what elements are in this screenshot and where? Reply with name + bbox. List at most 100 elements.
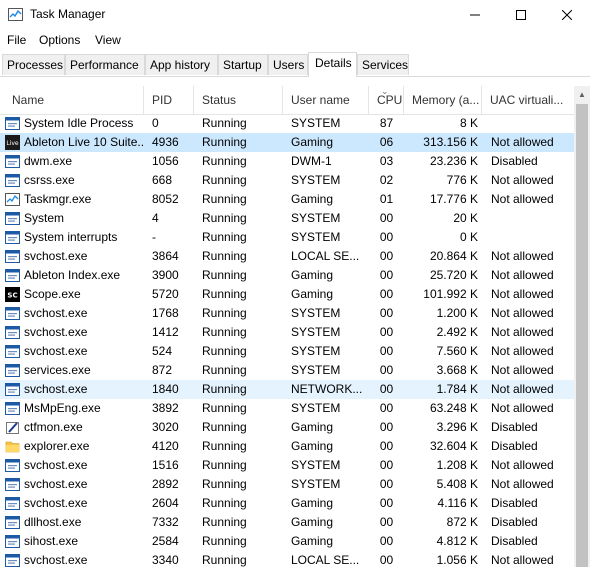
table-row[interactable]: System interrupts - Running SYSTEM 00 0 K bbox=[0, 228, 574, 247]
table-row[interactable]: dwm.exe 1056 Running DWM-1 03 23.236 K Disable… bbox=[0, 152, 574, 171]
cell-name: System Idle Process bbox=[24, 116, 134, 130]
cell-user-name: SYSTEM bbox=[291, 344, 341, 358]
table-row[interactable]: svchost.exe 1768 Running SYSTEM 00 1.200 K Not… bbox=[0, 304, 574, 323]
cell-uac bbox=[491, 209, 574, 228]
tab-services[interactable]: Services bbox=[357, 54, 409, 75]
table-row[interactable]: Ableton Index.exe 3900 Running Gaming 00 25.7… bbox=[0, 266, 574, 285]
column-header-uac[interactable]: UAC virtuali... bbox=[482, 86, 574, 114]
cell-pid: 1056 bbox=[152, 154, 179, 168]
column-header-name[interactable]: Name bbox=[4, 86, 144, 114]
table-row[interactable]: explorer.exe 4120 Running Gaming 00 32.604 K D… bbox=[0, 437, 574, 456]
cell-name: Ableton Live 10 Suite... bbox=[24, 135, 144, 149]
cell-cpu: 00 bbox=[379, 401, 394, 415]
cell-uac: Disabled bbox=[491, 496, 538, 510]
tab-strip: Processes Performance App history Startu… bbox=[0, 52, 590, 77]
maximize-button[interactable] bbox=[498, 0, 544, 30]
tab-app-history[interactable]: App history bbox=[145, 54, 218, 75]
cell-status: Running bbox=[202, 268, 247, 282]
table-row[interactable]: svchost.exe 1840 Running NETWORK... 00 1.784 … bbox=[0, 380, 574, 399]
cell-memory: 2.492 K bbox=[436, 325, 478, 339]
table-row[interactable]: csrss.exe 668 Running SYSTEM 02 776 K Not allo… bbox=[0, 171, 574, 190]
cell-status: Running bbox=[202, 249, 247, 263]
cell-pid: 1516 bbox=[152, 458, 179, 472]
scroll-up-arrow-icon[interactable]: ▲ bbox=[578, 90, 586, 99]
cell-memory: 0 K bbox=[459, 230, 478, 244]
table-row[interactable]: sihost.exe 2584 Running Gaming 00 4.812 K Disa… bbox=[0, 532, 574, 551]
cell-cpu: 00 bbox=[379, 268, 394, 282]
cell-status: Running bbox=[202, 230, 247, 244]
cell-uac: Not allowed bbox=[491, 382, 554, 396]
cell-memory: 4.116 K bbox=[437, 496, 478, 510]
cell-status: Running bbox=[202, 154, 247, 168]
cell-uac: Not allowed bbox=[491, 363, 554, 377]
tab-details[interactable]: Details bbox=[308, 52, 357, 77]
cell-pid: 1768 bbox=[152, 306, 179, 320]
minimize-button[interactable] bbox=[452, 0, 498, 30]
table-row[interactable]: svchost.exe 1516 Running SYSTEM 00 1.208 K Not… bbox=[0, 456, 574, 475]
cell-status: Running bbox=[202, 306, 247, 320]
column-header-status[interactable]: Status bbox=[194, 86, 283, 114]
tab-users[interactable]: Users bbox=[268, 54, 308, 75]
cell-user-name: DWM-1 bbox=[291, 154, 332, 168]
tab-processes[interactable]: Processes bbox=[2, 54, 65, 75]
table-row[interactable]: svchost.exe 3864 Running LOCAL SE... 00 20.86… bbox=[0, 247, 574, 266]
scrollbar-thumb[interactable] bbox=[576, 104, 588, 567]
cell-name: explorer.exe bbox=[24, 439, 90, 453]
cell-name: Taskmgr.exe bbox=[24, 192, 92, 206]
cell-name: Scope.exe bbox=[24, 287, 81, 301]
cell-memory: 25.720 K bbox=[429, 268, 478, 282]
cell-uac bbox=[491, 114, 574, 133]
cell-user-name: SYSTEM bbox=[291, 306, 341, 320]
table-row[interactable]: svchost.exe 524 Running SYSTEM 00 7.560 K Not … bbox=[0, 342, 574, 361]
table-row[interactable]: Taskmgr.exe 8052 Running Gaming 01 17.776 K No… bbox=[0, 190, 574, 209]
cell-memory: 63.248 K bbox=[429, 401, 478, 415]
cell-name: ctfmon.exe bbox=[24, 420, 83, 434]
cell-user-name: Gaming bbox=[291, 268, 334, 282]
cell-user-name: LOCAL SE... bbox=[291, 249, 360, 263]
cell-pid: 2584 bbox=[152, 534, 179, 548]
table-row[interactable]: MsMpEng.exe 3892 Running SYSTEM 00 63.248 K No… bbox=[0, 399, 574, 418]
table-row[interactable]: dllhost.exe 7332 Running Gaming 00 872 K Disab… bbox=[0, 513, 574, 532]
cell-user-name: SYSTEM bbox=[291, 211, 341, 225]
table-row[interactable]: Live Ableton Live 10 Suite... 4936 Running G… bbox=[0, 133, 574, 152]
cell-memory: 32.604 K bbox=[429, 439, 478, 453]
column-header-user-name[interactable]: User name bbox=[283, 86, 369, 114]
generic-process-icon bbox=[5, 401, 20, 416]
cell-user-name: SYSTEM bbox=[291, 230, 341, 244]
table-row[interactable]: System 4 Running SYSTEM 00 20 K bbox=[0, 209, 574, 228]
tab-startup[interactable]: Startup bbox=[218, 54, 268, 75]
menu-file[interactable]: File bbox=[7, 33, 26, 47]
tab-performance[interactable]: Performance bbox=[65, 54, 145, 75]
close-button[interactable] bbox=[544, 0, 590, 30]
cell-pid: 524 bbox=[152, 344, 173, 358]
cell-name: svchost.exe bbox=[24, 325, 88, 339]
cell-status: Running bbox=[202, 135, 247, 149]
cell-status: Running bbox=[202, 458, 247, 472]
table-row[interactable]: SC Scope.exe 5720 Running Gaming 00 101.992 K N… bbox=[0, 285, 574, 304]
cell-status: Running bbox=[202, 382, 247, 396]
cell-status: Running bbox=[202, 401, 247, 415]
menu-view[interactable]: View bbox=[95, 33, 121, 47]
table-row[interactable]: services.exe 872 Running SYSTEM 00 3.668 K Not… bbox=[0, 361, 574, 380]
cell-pid: 2604 bbox=[152, 496, 179, 510]
column-header-pid[interactable]: PID bbox=[144, 86, 194, 114]
generic-process-icon bbox=[5, 515, 20, 530]
table-row[interactable]: svchost.exe 2892 Running SYSTEM 00 5.408 K Not… bbox=[0, 475, 574, 494]
cell-status: Running bbox=[202, 211, 247, 225]
cell-user-name: Gaming bbox=[291, 496, 334, 510]
column-header-memory[interactable]: Memory (a... bbox=[404, 86, 482, 114]
cell-pid: 7332 bbox=[152, 515, 179, 529]
cell-pid: 1412 bbox=[152, 325, 179, 339]
table-row[interactable]: System Idle Process 0 Running SYSTEM 87 8 K bbox=[0, 114, 574, 133]
table-row[interactable]: svchost.exe 1412 Running SYSTEM 00 2.492 K Not… bbox=[0, 323, 574, 342]
cell-pid: - bbox=[152, 230, 156, 244]
menu-options[interactable]: Options bbox=[39, 33, 80, 47]
cell-cpu: 87 bbox=[379, 116, 394, 130]
vertical-scrollbar[interactable]: ▲ bbox=[574, 86, 590, 567]
cell-user-name: Gaming bbox=[291, 515, 334, 529]
cell-pid: 872 bbox=[152, 363, 173, 377]
table-row[interactable]: svchost.exe 2604 Running Gaming 00 4.116 K Dis… bbox=[0, 494, 574, 513]
table-row[interactable]: svchost.exe 3340 Running LOCAL SE... 00 1.056… bbox=[0, 551, 574, 567]
cell-cpu: 00 bbox=[379, 306, 394, 320]
table-row[interactable]: ctfmon.exe 3020 Running Gaming 00 3.296 K Disa… bbox=[0, 418, 574, 437]
